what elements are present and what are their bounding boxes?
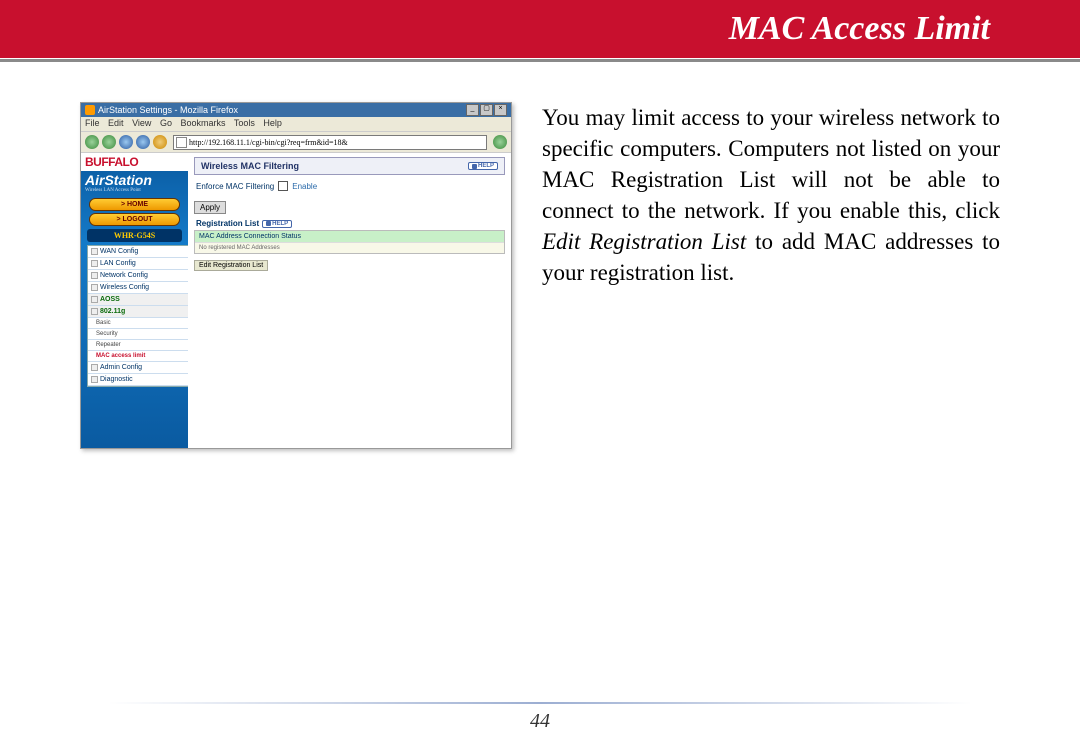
router-sidebar: BUFFALO AirStation Wireless LAN Access P…	[81, 153, 188, 449]
enforce-row: Enforce MAC Filtering Enable	[194, 175, 505, 197]
menu-file[interactable]: File	[85, 118, 100, 128]
enforce-label: Enforce MAC Filtering	[196, 182, 274, 191]
sidebar-menu: WAN Config LAN Config Network Config Wir…	[87, 245, 188, 387]
panel-title: Wireless MAC Filtering	[201, 161, 299, 171]
explain-part1: You may limit access to your wireless ne…	[542, 105, 1000, 223]
enable-label: Enable	[292, 182, 317, 191]
explanation-text: You may limit access to your wireless ne…	[542, 102, 1000, 449]
edit-registration-button[interactable]: Edit Registration List	[194, 260, 268, 271]
main-panel: Wireless MAC Filtering HELP Enforce MAC …	[188, 153, 511, 449]
back-icon[interactable]	[85, 135, 99, 149]
product-name: AirStation	[81, 171, 188, 188]
brand-logo: BUFFALO	[81, 153, 188, 171]
menu-tools[interactable]: Tools	[234, 118, 255, 128]
browser-title: AirStation Settings - Mozilla Firefox	[85, 105, 238, 115]
maximize-icon[interactable]: ▢	[480, 104, 493, 116]
menu-go[interactable]: Go	[160, 118, 172, 128]
sidebar-item-mac-access[interactable]: MAC access limit	[88, 351, 188, 362]
registration-title: Registration List HELP	[194, 215, 505, 230]
sidebar-sub-basic[interactable]: Basic	[88, 318, 188, 329]
help-button-2[interactable]: HELP	[262, 220, 292, 228]
page-title: MAC Access Limit	[729, 10, 990, 48]
content-area: AirStation Settings - Mozilla Firefox _ …	[0, 62, 1080, 449]
router-screenshot: AirStation Settings - Mozilla Firefox _ …	[80, 102, 512, 449]
sidebar-item-admin[interactable]: Admin Config	[88, 362, 188, 374]
window-controls: _ ▢ ×	[466, 104, 507, 116]
apply-button[interactable]: Apply	[194, 201, 226, 214]
sidebar-item-lan[interactable]: LAN Config	[88, 258, 188, 270]
reload-icon[interactable]	[119, 135, 133, 149]
header-bar: MAC Access Limit	[0, 0, 1080, 58]
page-body: BUFFALO AirStation Wireless LAN Access P…	[81, 153, 511, 449]
browser-titlebar: AirStation Settings - Mozilla Firefox _ …	[81, 103, 511, 117]
help-button[interactable]: HELP	[468, 162, 498, 170]
minimize-icon[interactable]: _	[466, 104, 479, 116]
sidebar-item-diagnostic[interactable]: Diagnostic	[88, 374, 188, 386]
url-text: http://192.168.11.1/cgi-bin/cgi?req=frm&…	[189, 138, 348, 147]
browser-toolbar: http://192.168.11.1/cgi-bin/cgi?req=frm&…	[81, 132, 511, 153]
reg-table-empty: No registered MAC Addresses	[195, 242, 504, 253]
address-bar[interactable]: http://192.168.11.1/cgi-bin/cgi?req=frm&…	[173, 135, 487, 150]
sidebar-item-wan[interactable]: WAN Config	[88, 246, 188, 258]
page-icon	[176, 137, 187, 148]
sidebar-item-wireless[interactable]: Wireless Config	[88, 282, 188, 294]
browser-menubar: File Edit View Go Bookmarks Tools Help	[81, 117, 511, 132]
menu-help[interactable]: Help	[263, 118, 282, 128]
reg-table-header: MAC Address Connection Status	[195, 231, 504, 242]
sidebar-group-80211g[interactable]: 802.11g	[88, 306, 188, 318]
panel-header: Wireless MAC Filtering HELP	[194, 157, 505, 175]
menu-bookmarks[interactable]: Bookmarks	[180, 118, 225, 128]
product-subtitle: Wireless LAN Access Point	[81, 188, 188, 196]
enable-checkbox[interactable]	[278, 181, 288, 191]
forward-icon[interactable]	[102, 135, 116, 149]
stop-icon[interactable]	[136, 135, 150, 149]
go-icon[interactable]	[493, 135, 507, 149]
registration-table: MAC Address Connection Status No registe…	[194, 230, 505, 254]
home-icon[interactable]	[153, 135, 167, 149]
logout-button[interactable]: > LOGOUT	[89, 213, 180, 226]
model-badge: WHR-G54S	[87, 229, 182, 242]
menu-edit[interactable]: Edit	[108, 118, 124, 128]
menu-view[interactable]: View	[132, 118, 151, 128]
sidebar-item-network[interactable]: Network Config	[88, 270, 188, 282]
sidebar-group-aoss[interactable]: AOSS	[88, 294, 188, 306]
footer-divider	[60, 702, 1020, 704]
sidebar-sub-repeater[interactable]: Repeater	[88, 340, 188, 351]
page-footer: 44	[0, 702, 1080, 733]
home-button[interactable]: > HOME	[89, 198, 180, 211]
explain-emphasis: Edit Registration List	[542, 229, 746, 254]
close-icon[interactable]: ×	[494, 104, 507, 116]
page-number: 44	[0, 710, 1080, 733]
sidebar-sub-security[interactable]: Security	[88, 329, 188, 340]
